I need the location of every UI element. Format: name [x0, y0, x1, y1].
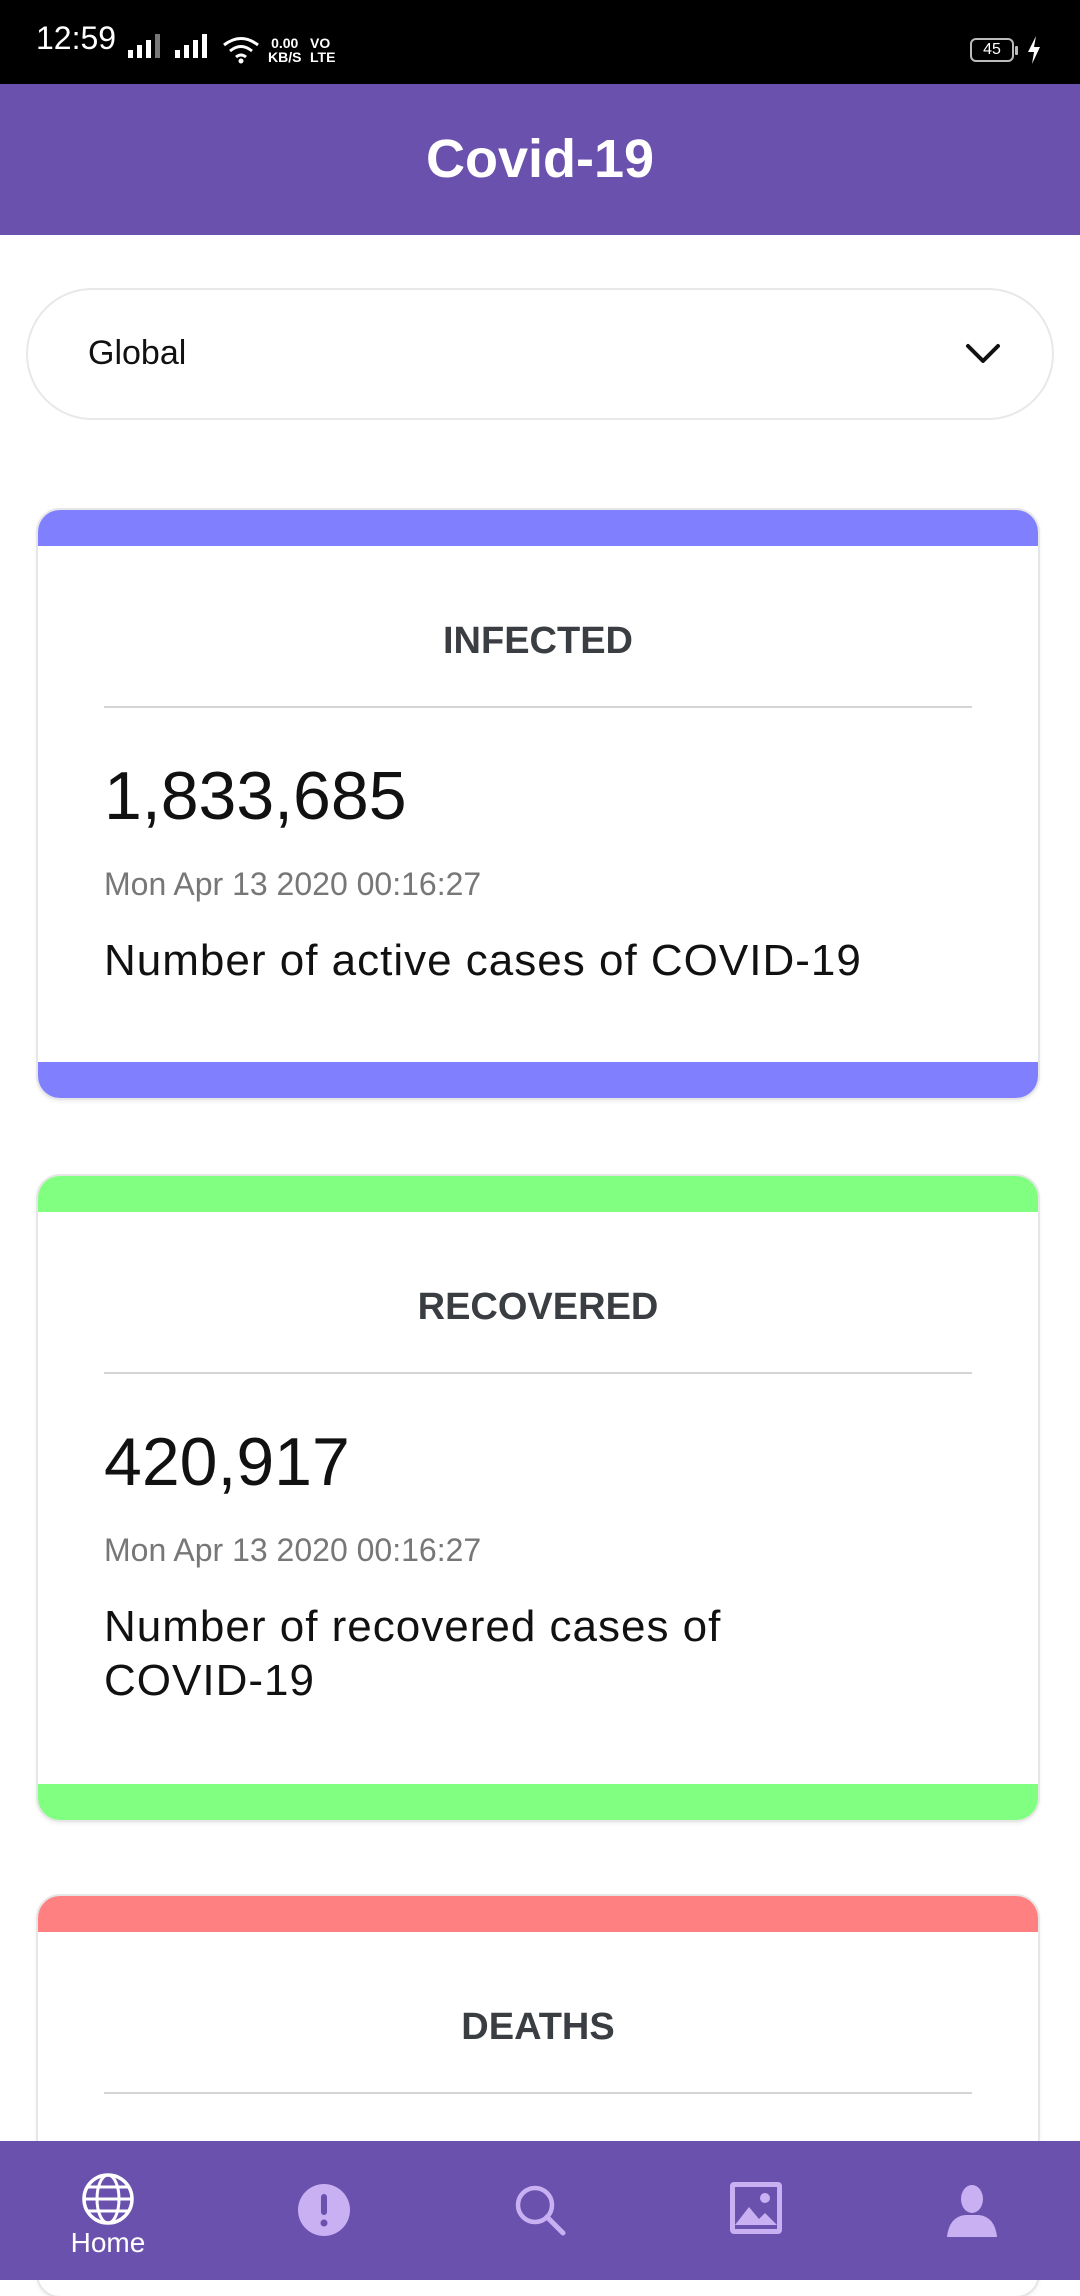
signal-icon-2	[175, 34, 207, 58]
alert-icon	[298, 2184, 350, 2236]
card-heading: DEATHS	[461, 2006, 615, 2048]
status-bar: 12:59 0.00 KB/S VO LTE 45	[0, 0, 1080, 84]
volte-bottom: LTE	[310, 49, 336, 65]
nav-home-label: Home	[70, 2227, 146, 2258]
recovered-top-band	[38, 1176, 1038, 1212]
case-count: 1,833,685	[104, 758, 407, 834]
nav-gallery[interactable]	[648, 2141, 864, 2280]
image-icon	[730, 2182, 782, 2234]
deaths-top-band	[38, 1896, 1038, 1932]
card-description: Number of recovered cases of COVID-19	[104, 1602, 722, 1705]
search-icon	[515, 2185, 566, 2236]
timestamp: Mon Apr 13 2020 00:16:27	[104, 866, 482, 902]
nav-home[interactable]: Home	[0, 2141, 216, 2280]
recovered-card: RECOVERED 420,917 Mon Apr 13 2020 00:16:…	[38, 1176, 1038, 1820]
region-select-value: Global	[88, 334, 187, 372]
infected-bottom-band	[38, 1062, 1038, 1098]
volte-top: VO	[310, 35, 331, 51]
user-icon	[947, 2185, 997, 2237]
divider	[104, 1372, 972, 1374]
net-speed: 0.00 KB/S	[268, 36, 301, 64]
divider	[104, 2092, 972, 2094]
status-time: 12:59	[36, 20, 117, 56]
page-title: Covid-19	[425, 129, 655, 189]
net-speed-value: 0.00	[271, 35, 299, 51]
card-description: Number of active cases of COVID-19	[104, 936, 862, 985]
volte-indicator: VO LTE	[310, 36, 335, 64]
card-heading: RECOVERED	[417, 1286, 659, 1328]
signal-icon	[128, 34, 160, 58]
infected-top-band	[38, 510, 1038, 546]
battery-icon: 45	[970, 38, 1018, 62]
card-heading: INFECTED	[443, 620, 633, 662]
chevron-down-icon	[966, 344, 1000, 363]
timestamp: Mon Apr 13 2020 00:16:27	[104, 1532, 482, 1568]
recovered-bottom-band	[38, 1784, 1038, 1820]
case-count: 420,917	[104, 1424, 350, 1500]
charging-icon	[1028, 36, 1040, 64]
net-speed-unit: KB/S	[268, 49, 302, 65]
region-select[interactable]: Global	[26, 288, 1054, 420]
bottom-nav: Home	[0, 2141, 1080, 2280]
infected-card: INFECTED 1,833,685 Mon Apr 13 2020 00:16…	[38, 510, 1038, 1098]
nav-profile[interactable]	[864, 2141, 1080, 2280]
divider	[104, 706, 972, 708]
nav-alerts[interactable]	[216, 2141, 432, 2280]
globe-icon	[82, 2173, 134, 2225]
nav-search[interactable]	[432, 2141, 648, 2280]
app-bar: Covid-19	[0, 84, 1080, 235]
wifi-icon	[223, 37, 259, 64]
